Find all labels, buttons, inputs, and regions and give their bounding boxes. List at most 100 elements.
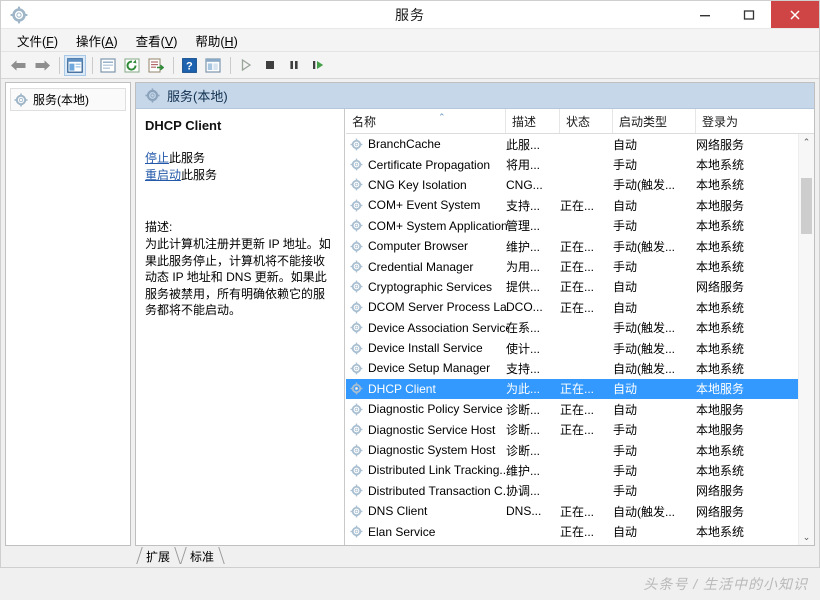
back-icon: [10, 58, 27, 73]
view-tabs: 扩展 标准: [135, 547, 223, 566]
restart-service-link[interactable]: 重启动此服务: [145, 167, 334, 184]
cell-startup-type: 自动(触发...: [613, 360, 696, 377]
table-row[interactable]: Diagnostic Policy Service诊断...正在...自动本地服…: [346, 399, 798, 419]
cell-service-name: Diagnostic Service Host: [350, 423, 508, 437]
menu-help[interactable]: 帮助(H): [186, 29, 246, 52]
table-row[interactable]: Device Association Service在系...手动(触发...本…: [346, 318, 798, 338]
cell-description: 支持...: [506, 360, 560, 377]
cell-description: 将用...: [506, 156, 560, 173]
window-frame: 服务 文件: [0, 0, 820, 568]
cell-startup-type: 自动: [613, 299, 696, 316]
menu-file[interactable]: 文件(F): [8, 29, 67, 52]
cell-service-name: COM+ Event System: [350, 198, 508, 212]
cell-log-on-as: 本地系统: [696, 340, 796, 357]
detail-description-label: 描述:: [145, 218, 334, 235]
list-rows-container: BranchCache此服...自动网络服务Certificate Propag…: [346, 134, 798, 545]
service-gear-icon: [350, 444, 363, 457]
service-gear-icon: [350, 178, 363, 191]
cell-log-on-as: 本地系统: [696, 238, 796, 255]
cell-description: DCO...: [506, 300, 560, 314]
toolbar-separator-2: [92, 57, 93, 74]
menu-view[interactable]: 查看(V): [127, 29, 187, 52]
cell-description: DNS...: [506, 504, 560, 518]
cell-description: 诊断...: [506, 421, 560, 438]
help-button[interactable]: ?: [178, 55, 200, 76]
cell-startup-type: 自动: [613, 197, 696, 214]
table-row[interactable]: Diagnostic System Host诊断...手动本地系统: [346, 440, 798, 460]
menu-action[interactable]: 操作(A): [67, 29, 127, 52]
cell-startup-type: 手动: [613, 462, 696, 479]
table-row[interactable]: Computer Browser维护...正在...手动(触发...本地系统: [346, 236, 798, 256]
column-header-startup-type[interactable]: 启动类型: [613, 109, 696, 133]
column-header-log-on-as[interactable]: 登录为: [696, 109, 796, 133]
service-gear-icon: [350, 240, 363, 253]
services-gear-icon: [14, 93, 28, 107]
table-row[interactable]: Elan Service正在...自动本地系统: [346, 521, 798, 541]
tab-extended[interactable]: 扩展: [135, 547, 179, 565]
table-row[interactable]: CNG Key IsolationCNG...手动(触发...本地系统: [346, 175, 798, 195]
services-gear-icon: [145, 88, 160, 103]
scrollbar-thumb[interactable]: [801, 178, 812, 234]
toolbar-separator: [59, 57, 60, 74]
refresh-button[interactable]: [121, 55, 143, 76]
table-row[interactable]: DNS ClientDNS...正在...自动(触发...网络服务: [346, 501, 798, 521]
table-row[interactable]: DCOM Server Process La...DCO...正在...自动本地…: [346, 297, 798, 317]
column-header-description[interactable]: 描述: [506, 109, 560, 133]
cell-description: 此服...: [506, 136, 560, 153]
cell-service-name: Device Association Service: [350, 321, 508, 335]
close-button[interactable]: [771, 1, 819, 28]
table-row-selected[interactable]: DHCP Client为此...正在...自动本地服务: [346, 379, 798, 399]
table-row[interactable]: Credential Manager为用...正在...手动本地系统: [346, 256, 798, 276]
stop-service-button[interactable]: [259, 55, 281, 76]
service-gear-icon: [350, 138, 363, 151]
sidebar-item-services-local[interactable]: 服务(本地): [10, 88, 126, 111]
table-row[interactable]: Distributed Transaction C...协调...手动网络服务: [346, 481, 798, 501]
show-hide-tree-icon: [67, 58, 83, 73]
cell-log-on-as: 网络服务: [696, 482, 796, 499]
cell-startup-type: 手动: [613, 442, 696, 459]
scroll-down-button[interactable]: ⌄: [799, 529, 814, 545]
restart-service-button[interactable]: [307, 55, 329, 76]
table-row[interactable]: BranchCache此服...自动网络服务: [346, 134, 798, 154]
scroll-up-button[interactable]: ⌃: [799, 134, 814, 150]
start-service-button[interactable]: [235, 55, 257, 76]
stop-service-link[interactable]: 停止此服务: [145, 150, 334, 167]
service-gear-icon: [350, 321, 363, 334]
restart-service-icon: [311, 58, 326, 72]
table-row[interactable]: Distributed Link Tracking...维护...手动本地系统: [346, 460, 798, 480]
table-row[interactable]: Certificate Propagation将用...手动本地系统: [346, 154, 798, 174]
show-action-pane-button[interactable]: [202, 55, 224, 76]
cell-startup-type: 自动: [613, 136, 696, 153]
column-header-name[interactable]: 名称 ⌃: [346, 109, 506, 133]
forward-button[interactable]: [31, 55, 53, 76]
cell-startup-type: 自动: [613, 523, 696, 540]
table-row[interactable]: COM+ System Application管理...手动本地系统: [346, 216, 798, 236]
tab-standard[interactable]: 标准: [179, 547, 223, 565]
table-row[interactable]: Device Install Service使计...手动(触发...本地系统: [346, 338, 798, 358]
cell-startup-type: 手动: [613, 156, 696, 173]
cell-service-name: Device Setup Manager: [350, 361, 508, 375]
cell-description: 为此...: [506, 380, 560, 397]
table-row[interactable]: COM+ Event System支持...正在...自动本地服务: [346, 195, 798, 215]
service-gear-icon: [350, 219, 363, 232]
cell-startup-type: 手动(触发...: [613, 319, 696, 336]
pause-service-button[interactable]: [283, 55, 305, 76]
service-gear-icon: [350, 505, 363, 518]
maximize-button[interactable]: [727, 1, 771, 28]
table-row[interactable]: Cryptographic Services提供...正在...自动网络服务: [346, 277, 798, 297]
table-row[interactable]: Device Setup Manager支持...自动(触发...本地系统: [346, 358, 798, 378]
cell-description: 诊断...: [506, 442, 560, 459]
list-vertical-scrollbar[interactable]: ⌃ ⌄: [798, 134, 814, 545]
table-row[interactable]: Diagnostic Service Host诊断...正在...手动本地服务: [346, 419, 798, 439]
show-hide-tree-button[interactable]: [64, 55, 86, 76]
results-split: DHCP Client 停止此服务 重启动此服务 描述: 为此计算机注册并更新 …: [136, 109, 814, 545]
properties-button[interactable]: [97, 55, 119, 76]
service-gear-icon: [350, 342, 363, 355]
help-icon: ?: [182, 58, 197, 73]
column-header-status[interactable]: 状态: [560, 109, 613, 133]
back-button[interactable]: [7, 55, 29, 76]
cell-description: 协调...: [506, 482, 560, 499]
properties-icon: [100, 58, 116, 73]
minimize-button[interactable]: [683, 1, 727, 28]
export-list-button[interactable]: [145, 55, 167, 76]
